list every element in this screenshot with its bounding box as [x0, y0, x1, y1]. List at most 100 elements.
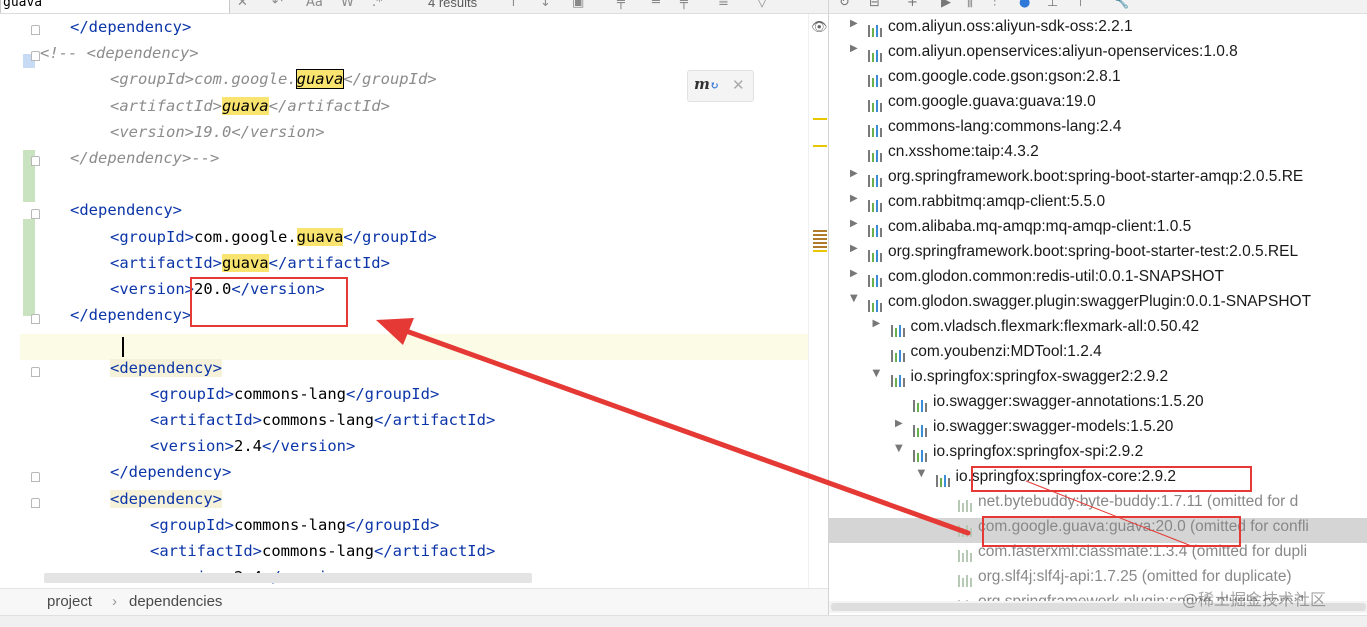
tree-node[interactable]: ▼ io.springfox:springfox-spi:2.9.2: [829, 443, 1367, 468]
library-icon: [935, 474, 952, 487]
filter2-icon[interactable]: ╧: [652, 0, 660, 11]
code-line[interactable]: </dependency>-->: [70, 149, 219, 175]
library-icon: [868, 149, 884, 162]
eye-icon[interactable]: 👁: [811, 20, 828, 35]
code-line[interactable]: <artifactId>guava</artifactId>: [110, 253, 390, 280]
skip-tests-icon[interactable]: ●: [1019, 0, 1030, 11]
fold-icon[interactable]: [31, 209, 40, 219]
words-icon[interactable]: W: [341, 0, 354, 11]
code-editor[interactable]: </dependency> <!-- <dependency> <groupId>c…: [0, 14, 828, 588]
chevron-right-icon[interactable]: ▶: [895, 418, 903, 429]
code-line[interactable]: <artifactId>commons-lang</artifactId>: [150, 542, 495, 568]
expand-icon[interactable]: ⊤: [1075, 0, 1086, 11]
breadcrumb-item-project[interactable]: project: [47, 593, 92, 610]
tree-node[interactable]: commons-lang:commons-lang:2.4: [829, 118, 1367, 143]
chevron-down-icon[interactable]: ▼: [873, 368, 881, 379]
chevron-down-icon[interactable]: ▼: [850, 293, 858, 304]
fold-icon[interactable]: [31, 25, 40, 35]
fold-icon[interactable]: [31, 367, 40, 377]
chevron-right-icon[interactable]: ▶: [850, 218, 858, 229]
find-input[interactable]: guava: [0, 0, 230, 13]
tree-node[interactable]: ▶ com.rabbitmq:amqp-client:5.5.0: [829, 193, 1367, 218]
code-line[interactable]: <version>2.4</version>: [150, 437, 355, 463]
close-icon[interactable]: ✕: [237, 0, 248, 11]
tree-node[interactable]: ▶ io.swagger:swagger-models:1.5.20: [829, 418, 1367, 443]
show-dependencies-icon[interactable]: ⊥: [1047, 0, 1058, 11]
refresh-icon[interactable]: ↻: [839, 0, 850, 11]
tree-node[interactable]: ▼ io.springfox:springfox-swagger2:2.9.2: [829, 368, 1367, 393]
tree-node[interactable]: ▶ org.springframework.boot:spring-boot-st…: [829, 243, 1367, 268]
maven-helper-icon[interactable]: m↻: [694, 75, 719, 93]
code-line[interactable]: </dependency>: [110, 463, 231, 489]
search-match-marker[interactable]: [813, 118, 827, 120]
code-line[interactable]: <groupId>com.google.guava</groupId>: [110, 227, 437, 254]
regex-icon[interactable]: .*: [372, 0, 383, 11]
fold-icon[interactable]: [31, 156, 40, 166]
code-line[interactable]: <groupId>commons-lang</groupId>: [150, 385, 439, 411]
maven-reload-popup[interactable]: m↻ ✕: [687, 70, 754, 102]
execute-goal-icon[interactable]: ⫼: [967, 0, 973, 11]
xml-text: commons-lang: [234, 515, 346, 534]
library-icon: [868, 224, 884, 237]
prev-occurrence-icon[interactable]: ↑: [508, 0, 519, 11]
code-line[interactable]: <version>19.0</version>: [110, 123, 325, 149]
horizontal-scrollbar[interactable]: [44, 573, 532, 583]
run-icon[interactable]: ▶: [941, 0, 951, 11]
chevron-right-icon[interactable]: ▶: [850, 168, 858, 179]
tree-node[interactable]: com.google.code.gson:gson:2.8.1: [829, 68, 1367, 93]
error-stripe[interactable]: [808, 14, 828, 588]
chevron-right-icon[interactable]: ▶: [850, 243, 858, 254]
code-line[interactable]: <artifactId>guava</artifactId>: [110, 96, 390, 123]
tree-node[interactable]: ▶ com.alibaba.mq-amqp:mq-amqp-client:1.0.…: [829, 218, 1367, 243]
code-line[interactable]: <dependency>: [110, 358, 222, 385]
breadcrumb-item-dependencies[interactable]: dependencies: [129, 593, 222, 610]
search-match-marker[interactable]: [813, 145, 827, 147]
tree-node[interactable]: cn.xsshome:taip:4.3.2: [829, 143, 1367, 168]
tree-node[interactable]: ▶ org.springframework.boot:spring-boot-st…: [829, 168, 1367, 193]
filter-funnel-icon[interactable]: ▽: [757, 0, 767, 11]
chevron-right-icon[interactable]: ▶: [873, 318, 881, 329]
fold-icon[interactable]: [31, 472, 40, 482]
history-icon[interactable]: ↶: [272, 0, 283, 11]
filter3-icon[interactable]: ╤: [680, 0, 688, 11]
code-line[interactable]: <dependency>: [70, 201, 182, 227]
chevron-down-icon[interactable]: ▼: [895, 443, 903, 454]
tree-node[interactable]: ▶ com.aliyun.oss:aliyun-sdk-oss:2.2.1: [829, 18, 1367, 43]
search-match-marker[interactable]: [813, 250, 827, 252]
chevron-right-icon[interactable]: ▶: [850, 268, 858, 279]
code-line[interactable]: <groupId>com.google.guava</groupId>: [110, 69, 437, 96]
code-line[interactable]: </dependency>: [70, 306, 191, 332]
tree-node[interactable]: ▶ com.vladsch.flexmark:flexmark-all:0.50.…: [829, 318, 1367, 343]
code-line[interactable]: <artifactId>commons-lang</artifactId>: [150, 411, 495, 437]
code-line[interactable]: <!-- <dependency>: [40, 44, 199, 70]
select-all-icon[interactable]: ▣: [572, 0, 584, 11]
code-line[interactable]: <groupId>commons-lang</groupId>: [150, 516, 439, 542]
add-icon[interactable]: +: [907, 0, 918, 11]
next-occurrence-icon[interactable]: ↓: [540, 0, 551, 11]
tree-node[interactable]: net.bytebuddy:byte-buddy:1.7.11 (omitted…: [829, 493, 1367, 518]
match-case-icon[interactable]: Aa: [306, 0, 323, 11]
tree-node[interactable]: com.youbenzi:MDTool:1.2.4: [829, 343, 1367, 368]
chevron-right-icon[interactable]: ▶: [850, 43, 858, 54]
xml-tag: <dependency>: [110, 358, 222, 377]
toggle-offline-icon[interactable]: ⫶: [993, 0, 996, 11]
chevron-right-icon[interactable]: ▶: [850, 18, 858, 29]
match-stack-marker[interactable]: [813, 230, 827, 250]
tree-node[interactable]: com.google.guava:guava:19.0: [829, 93, 1367, 118]
fold-icon[interactable]: [31, 498, 40, 508]
align-icon[interactable]: ≡: [718, 0, 729, 11]
code-line[interactable]: </dependency>: [70, 18, 191, 44]
chevron-right-icon[interactable]: ▶: [850, 193, 858, 204]
collapse-icon[interactable]: ⊟: [869, 0, 880, 11]
fold-icon[interactable]: [31, 314, 40, 324]
tree-node[interactable]: ▶ com.aliyun.openservices:aliyun-openserv…: [829, 43, 1367, 68]
tree-node[interactable]: io.swagger:swagger-annotations:1.5.20: [829, 393, 1367, 418]
code-line[interactable]: <dependency>: [110, 489, 222, 516]
settings-icon[interactable]: 🔧: [1113, 0, 1129, 11]
tree-node[interactable]: ▶ com.glodon.common:redis-util:0.0.1-SNAP…: [829, 268, 1367, 293]
filter-icon[interactable]: ╤: [617, 0, 625, 11]
close-icon[interactable]: ✕: [732, 76, 745, 94]
fold-icon[interactable]: [31, 51, 40, 61]
tree-node[interactable]: ▼ com.glodon.swagger.plugin:swaggerPlugin…: [829, 293, 1367, 318]
chevron-down-icon[interactable]: ▼: [918, 468, 926, 479]
